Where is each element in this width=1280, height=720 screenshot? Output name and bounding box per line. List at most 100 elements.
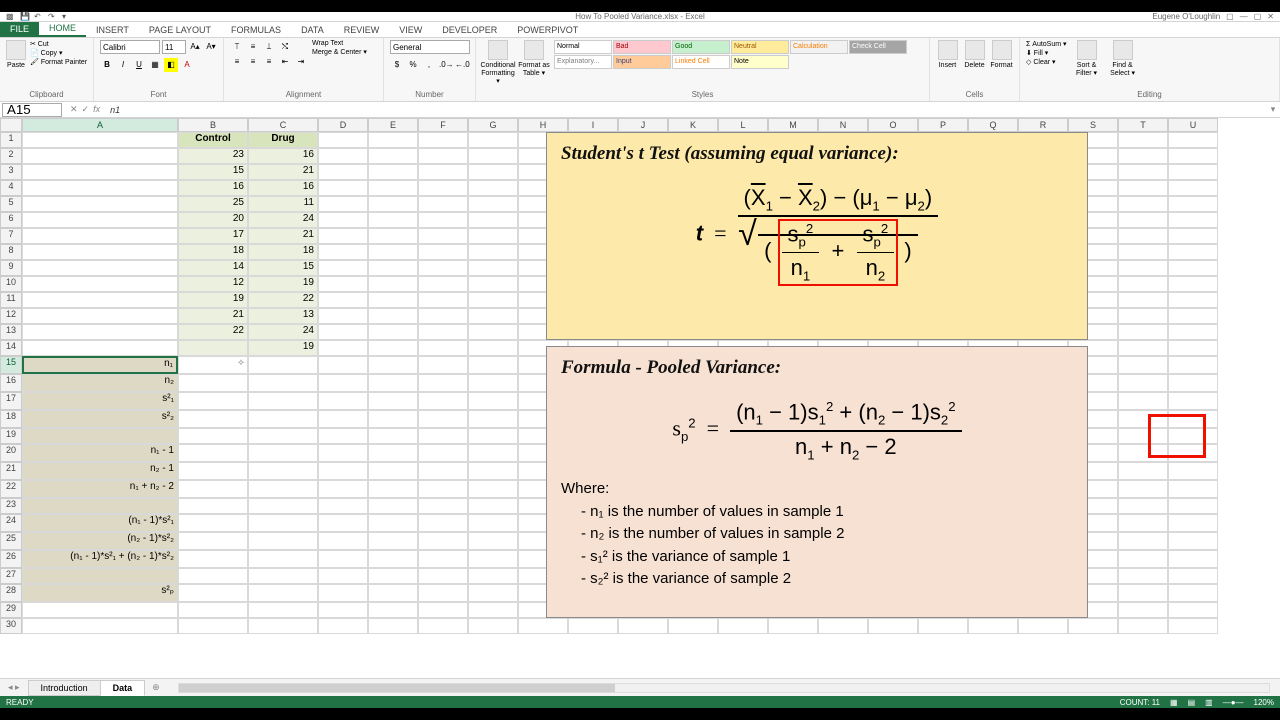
- cell[interactable]: [318, 568, 368, 584]
- cell[interactable]: [468, 260, 518, 276]
- cell[interactable]: [1118, 244, 1168, 260]
- row-header[interactable]: 15: [0, 356, 22, 374]
- sort-filter-button[interactable]: Sort & Filter ▾: [1071, 40, 1103, 78]
- cell[interactable]: [368, 148, 418, 164]
- row-header[interactable]: 17: [0, 392, 22, 410]
- cell[interactable]: [1168, 180, 1218, 196]
- conditional-formatting-button[interactable]: Conditional Formatting ▾: [482, 40, 514, 86]
- cell[interactable]: [418, 618, 468, 634]
- row-header[interactable]: 3: [0, 164, 22, 180]
- cell[interactable]: [1168, 324, 1218, 340]
- cell[interactable]: [1118, 196, 1168, 212]
- view-pagebreak-icon[interactable]: ▥: [1205, 698, 1213, 707]
- column-header[interactable]: F: [418, 118, 468, 132]
- cell[interactable]: [968, 618, 1018, 634]
- cell[interactable]: [468, 602, 518, 618]
- cell[interactable]: [1168, 292, 1218, 308]
- cell[interactable]: [318, 340, 368, 356]
- cell[interactable]: [1168, 356, 1218, 374]
- view-layout-icon[interactable]: ▤: [1188, 698, 1196, 707]
- cell[interactable]: [1168, 602, 1218, 618]
- cell[interactable]: [418, 148, 468, 164]
- cell[interactable]: [178, 392, 248, 410]
- find-select-button[interactable]: Find & Select ▾: [1107, 40, 1139, 78]
- cell[interactable]: [468, 276, 518, 292]
- row-header[interactable]: 19: [0, 428, 22, 444]
- cell[interactable]: [368, 618, 418, 634]
- cell[interactable]: [248, 480, 318, 498]
- cell[interactable]: [468, 410, 518, 428]
- cell[interactable]: (n₁ - 1)*s²₁ + (n₂ - 1)*s²₂: [22, 550, 178, 568]
- cancel-icon[interactable]: ✕: [70, 104, 78, 115]
- column-header[interactable]: B: [178, 118, 248, 132]
- cell[interactable]: [418, 532, 468, 550]
- cell[interactable]: 12: [178, 276, 248, 292]
- tab-data[interactable]: DATA: [291, 23, 334, 37]
- cell[interactable]: [418, 392, 468, 410]
- cell[interactable]: [1118, 292, 1168, 308]
- cell[interactable]: [368, 428, 418, 444]
- cell[interactable]: [22, 228, 178, 244]
- tab-formulas[interactable]: FORMULAS: [221, 23, 291, 37]
- cell[interactable]: [248, 374, 318, 392]
- cell[interactable]: [368, 260, 418, 276]
- cell[interactable]: [178, 410, 248, 428]
- cell[interactable]: [1168, 462, 1218, 480]
- cell[interactable]: [248, 602, 318, 618]
- format-painter-button[interactable]: 🖌 Format Painter: [30, 58, 87, 66]
- expand-formula-bar-icon[interactable]: ▾: [1266, 104, 1280, 115]
- cell[interactable]: [418, 228, 468, 244]
- cell[interactable]: [468, 532, 518, 550]
- cell[interactable]: 19: [178, 292, 248, 308]
- decrease-font-icon[interactable]: A▾: [204, 40, 218, 54]
- cell[interactable]: [468, 618, 518, 634]
- cell[interactable]: [418, 324, 468, 340]
- row-header[interactable]: 4: [0, 180, 22, 196]
- cell[interactable]: [318, 374, 368, 392]
- cell[interactable]: [318, 462, 368, 480]
- cell[interactable]: [318, 444, 368, 462]
- cell[interactable]: [1118, 276, 1168, 292]
- cell-styles-gallery[interactable]: NormalBadGoodNeutralCalculationCheck Cel…: [554, 40, 914, 69]
- enter-icon[interactable]: ✓: [82, 104, 90, 115]
- cell[interactable]: [1118, 340, 1168, 356]
- cell[interactable]: (n₂ - 1)*s²₂: [22, 532, 178, 550]
- row-header[interactable]: 26: [0, 550, 22, 568]
- row-header[interactable]: 27: [0, 568, 22, 584]
- column-header[interactable]: U: [1168, 118, 1218, 132]
- cell-style-option[interactable]: Neutral: [731, 40, 789, 54]
- cell[interactable]: [1118, 260, 1168, 276]
- column-header[interactable]: I: [568, 118, 618, 132]
- cell[interactable]: [1118, 228, 1168, 244]
- cell[interactable]: [1118, 308, 1168, 324]
- comma-icon[interactable]: ,: [422, 58, 436, 72]
- cell[interactable]: 21: [178, 308, 248, 324]
- cell[interactable]: [318, 164, 368, 180]
- save-icon[interactable]: 💾: [20, 12, 30, 20]
- cell[interactable]: [318, 392, 368, 410]
- cell[interactable]: [368, 392, 418, 410]
- cell[interactable]: [468, 428, 518, 444]
- cell[interactable]: [178, 514, 248, 532]
- cell[interactable]: [468, 584, 518, 602]
- cell[interactable]: [318, 356, 368, 374]
- cell[interactable]: [248, 462, 318, 480]
- cell-style-option[interactable]: Note: [731, 55, 789, 69]
- paste-button[interactable]: Paste: [6, 40, 26, 70]
- cell[interactable]: [368, 462, 418, 480]
- cell[interactable]: [418, 260, 468, 276]
- cell[interactable]: [318, 514, 368, 532]
- cell[interactable]: [318, 480, 368, 498]
- cell[interactable]: [178, 374, 248, 392]
- cell[interactable]: [178, 602, 248, 618]
- cell[interactable]: [1118, 498, 1168, 514]
- cell[interactable]: [418, 244, 468, 260]
- cell[interactable]: [1118, 602, 1168, 618]
- cell[interactable]: [468, 444, 518, 462]
- cell[interactable]: [248, 532, 318, 550]
- cell[interactable]: [318, 148, 368, 164]
- qat-more-icon[interactable]: ▾: [62, 12, 72, 20]
- cell[interactable]: [1118, 148, 1168, 164]
- column-header[interactable]: N: [818, 118, 868, 132]
- cell[interactable]: [1118, 462, 1168, 480]
